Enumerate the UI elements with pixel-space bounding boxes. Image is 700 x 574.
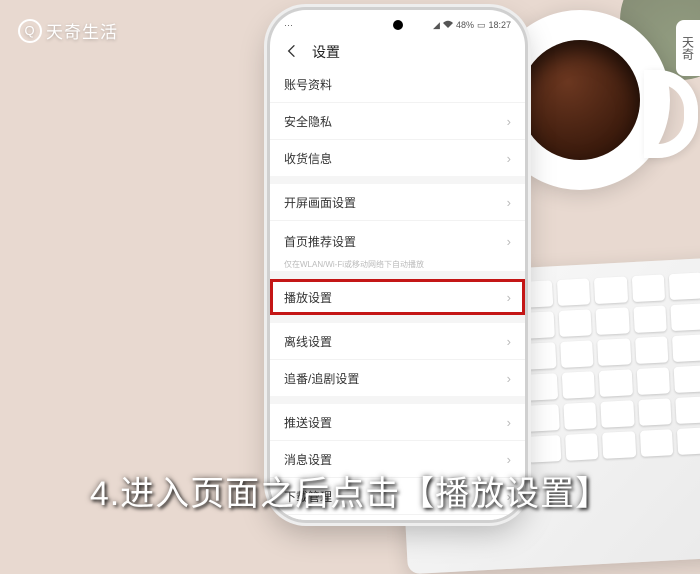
settings-row-playback[interactable]: 播放设置 › (270, 279, 525, 315)
row-label: 安全隐私 (284, 113, 332, 130)
settings-scroll[interactable]: 账号资料安全隐私 › 收货信息 › 开屏画面设置 › 首页推荐设置 › 仅在WLAN/Wi-Fi… (270, 66, 525, 520)
row-label: 首页推荐设置 (284, 233, 356, 250)
signal-icon: ◢ (433, 20, 440, 31)
row-label: 账号资料 (284, 76, 332, 93)
settings-row-home-rec[interactable]: 首页推荐设置 › 仅在WLAN/Wi-Fi或移动网络下自动播放 (270, 221, 525, 271)
settings-row-offline[interactable]: 离线设置 › (270, 323, 525, 360)
settings-group: 账号资料安全隐私 › 收货信息 › (270, 66, 525, 176)
battery-text: 48% (456, 20, 474, 30)
chevron-right-icon: › (507, 151, 511, 166)
battery-icon: ▭ (477, 20, 486, 31)
row-label: 收货信息 (284, 150, 332, 167)
back-button[interactable] (284, 43, 300, 62)
chevron-right-icon: › (507, 114, 511, 129)
settings-group: 播放设置 › (270, 279, 525, 315)
settings-group: 离线设置 › 追番/追剧设置 › (270, 323, 525, 396)
row-label: 消息设置 (284, 451, 332, 468)
page-title: 设置 (312, 42, 340, 62)
title-bar: 设置 (270, 36, 525, 70)
chevron-right-icon: › (507, 415, 511, 430)
settings-row-address[interactable]: 收货信息 › (270, 140, 525, 176)
settings-row-account[interactable]: 账号资料 (270, 66, 525, 103)
chevron-right-icon: › (507, 234, 511, 249)
brand-icon: Q (18, 19, 42, 43)
phone-notch (393, 20, 403, 30)
right-tab: 天奇 (676, 20, 700, 76)
step-caption: 4.进入页面之后点击【播放设置】 (0, 466, 700, 515)
wifi-icon (443, 20, 453, 30)
settings-row-storage[interactable]: 清理存储空间› (270, 515, 525, 520)
chevron-right-icon: › (507, 334, 511, 349)
row-label: 播放设置 (284, 289, 332, 306)
brand-logo: Q 天奇生活 (18, 18, 118, 43)
chevron-right-icon: › (507, 195, 511, 210)
settings-row-follow[interactable]: 追番/追剧设置 › (270, 360, 525, 396)
settings-row-privacy[interactable]: 安全隐私 › (270, 103, 525, 140)
settings-row-push[interactable]: 推送设置 › (270, 404, 525, 441)
row-label: 推送设置 (284, 414, 332, 431)
clock: 18:27 (488, 20, 511, 30)
row-label: 离线设置 (284, 333, 332, 350)
phone-frame: ··· ◢ 48% ▭ 18:27 设置 账号资料安全隐私›收货信息›开屏画面设… (270, 10, 525, 520)
chevron-right-icon: › (507, 290, 511, 305)
chevron-right-icon: › (507, 452, 511, 467)
carrier-icon: ··· (284, 20, 293, 30)
row-label: 追番/追剧设置 (284, 370, 359, 387)
chevron-right-icon: › (507, 371, 511, 386)
row-label: 开屏画面设置 (284, 194, 356, 211)
row-subtext: 仅在WLAN/Wi-Fi或移动网络下自动播放 (284, 261, 424, 269)
settings-row-splash[interactable]: 开屏画面设置 › (270, 184, 525, 221)
settings-group: 开屏画面设置 › 首页推荐设置 › 仅在WLAN/Wi-Fi或移动网络下自动播放 (270, 184, 525, 271)
brand-text: 天奇生活 (46, 18, 118, 43)
